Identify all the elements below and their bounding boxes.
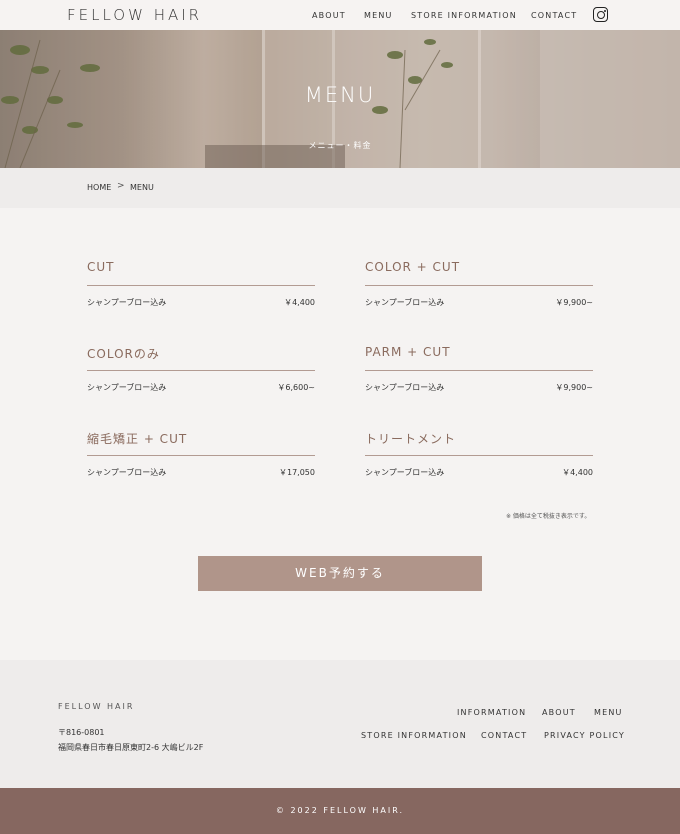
page-title: MENU (304, 83, 376, 107)
menu-item-desc: シャンプーブロー込み (365, 383, 445, 392)
divider (365, 370, 593, 371)
hero-banner: MENU メニュー・料金 (0, 30, 680, 168)
menu-item-name: COLORのみ (87, 347, 160, 361)
menu-item-desc: シャンプーブロー込み (365, 468, 445, 477)
menu-item-name: CUT (87, 260, 115, 274)
footer-link-menu[interactable]: MENU (594, 708, 623, 717)
divider (87, 370, 315, 371)
footer-link-information[interactable]: INFORMATION (457, 708, 526, 717)
menu-item-name: COLOR + CUT (365, 260, 461, 274)
menu-item-desc: シャンプーブロー込み (87, 468, 167, 477)
divider (87, 455, 315, 456)
chevron-right-icon: > (117, 181, 125, 191)
nav-item-about[interactable]: ABOUT (312, 11, 346, 20)
menu-item-name: トリートメント (365, 432, 457, 446)
nav-item-contact[interactable]: CONTACT (531, 11, 577, 20)
footer-link-contact[interactable]: CONTACT (481, 731, 527, 740)
menu-item-straightening-cut: 縮毛矯正 + CUT シャンプーブロー込み ￥17,050 (87, 430, 315, 477)
footer-link-privacy-policy[interactable]: PRIVACY POLICY (544, 731, 625, 740)
footer-link-about[interactable]: ABOUT (542, 708, 576, 717)
footer-zip: 〒816-0801 (58, 728, 105, 737)
menu-item-price: ￥17,050 (279, 468, 315, 477)
menu-item-name: 縮毛矯正 + CUT (87, 432, 188, 446)
footer-logo[interactable]: FELLOW HAIR (58, 702, 134, 711)
menu-item-treatment: トリートメント シャンプーブロー込み ￥4,400 (365, 430, 593, 477)
menu-item-price: ￥4,400 (562, 468, 593, 477)
price-note: ※ 価格は全て税抜き表示です。 (506, 513, 591, 520)
menu-item-parm-cut: PARM + CUT シャンプーブロー込み ￥9,900~ (365, 345, 593, 392)
menu-item-color-cut: COLOR + CUT シャンプーブロー込み ￥9,900~ (365, 260, 593, 307)
divider (87, 285, 315, 286)
web-reservation-button[interactable]: WEB予約する (198, 556, 482, 591)
page-subtitle: メニュー・料金 (308, 141, 372, 150)
breadcrumb-home[interactable]: HOME (87, 183, 111, 192)
menu-item-cut: CUT シャンプーブロー込み ￥4,400 (87, 260, 315, 307)
nav-item-menu[interactable]: MENU (364, 11, 393, 20)
menu-item-name: PARM + CUT (365, 345, 451, 359)
site-header: FELLOW HAIR ABOUT MENU STORE INFORMATION… (0, 0, 680, 30)
site-footer: FELLOW HAIR 〒816-0801 福岡県春日市春日原東町2-6 大嶋ビ… (0, 660, 680, 788)
nav-item-store-information[interactable]: STORE INFORMATION (411, 11, 517, 20)
menu-item-price: ￥9,900~ (555, 383, 593, 392)
instagram-icon[interactable] (593, 7, 608, 22)
breadcrumb: HOME > MENU (0, 168, 680, 208)
divider (365, 455, 593, 456)
menu-item-price: ￥6,600~ (277, 383, 315, 392)
menu-item-desc: シャンプーブロー込み (87, 298, 167, 307)
menu-item-price: ￥4,400 (284, 298, 315, 307)
menu-item-price: ￥9,900~ (555, 298, 593, 307)
menu-item-desc: シャンプーブロー込み (87, 383, 167, 392)
site-logo[interactable]: FELLOW HAIR (67, 6, 202, 24)
footer-address: 福岡県春日市春日原東町2-6 大嶋ビル2F (58, 743, 204, 752)
menu-item-desc: シャンプーブロー込み (365, 298, 445, 307)
divider (365, 285, 593, 286)
breadcrumb-current: MENU (130, 183, 154, 192)
footer-link-store-information[interactable]: STORE INFORMATION (361, 731, 467, 740)
copyright-bar: © 2022 FELLOW HAIR. (0, 788, 680, 834)
menu-item-color-only: COLORのみ シャンプーブロー込み ￥6,600~ (87, 345, 315, 392)
